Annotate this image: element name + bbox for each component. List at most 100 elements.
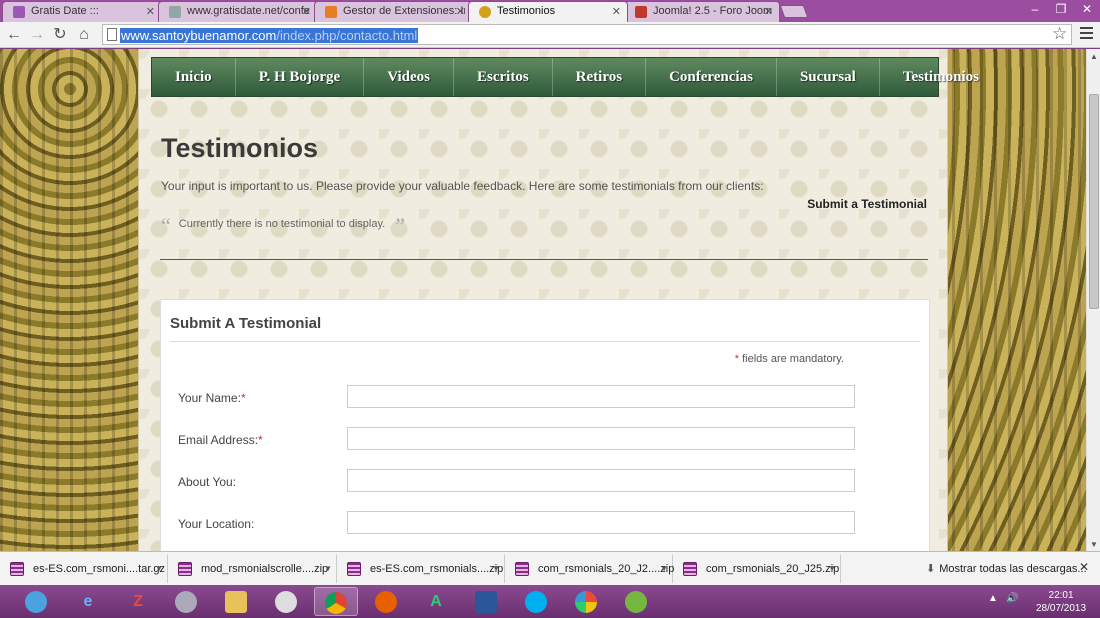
form-divider <box>170 341 920 342</box>
volume-icon[interactable]: 🔊 <box>1006 593 1018 604</box>
nav-item-videos[interactable]: Videos <box>364 58 454 96</box>
file-explorer-icon[interactable] <box>214 587 258 616</box>
close-quote-icon: ” <box>395 213 405 238</box>
browser-tab-2[interactable]: www.gratisdate.net/confe ✕ <box>158 1 318 22</box>
skype-icon[interactable] <box>514 587 558 616</box>
tray-up-icon[interactable]: ▲ <box>988 593 998 604</box>
download-item[interactable]: com_rsmonials_20_J2....zip ▼ <box>505 555 674 583</box>
address-bar[interactable]: www.santoybuenamor.com/index.php/contact… <box>102 24 1072 45</box>
internet-explorer-icon[interactable]: e <box>66 587 110 616</box>
main-navigation: Inicio P. H Bojorge Videos Escritos Reti… <box>151 57 979 97</box>
intro-text: Your input is important to us. Please pr… <box>161 179 764 193</box>
browser-menu-icon[interactable] <box>1080 27 1093 42</box>
chrome-icon[interactable] <box>314 587 358 616</box>
bookmark-star-icon[interactable]: ☆ <box>1052 24 1067 44</box>
archive-file-icon <box>347 562 361 576</box>
testimonial-form: Submit A Testimonial * fields are mandat… <box>160 299 930 551</box>
close-tab-icon[interactable]: ✕ <box>456 5 465 18</box>
close-tab-icon[interactable]: ✕ <box>302 5 311 18</box>
email-input[interactable] <box>347 427 855 450</box>
chevron-down-icon[interactable]: ▼ <box>492 555 500 583</box>
tools-app-icon[interactable] <box>164 587 208 616</box>
browser-tab-active[interactable]: Testimonios ✕ <box>468 1 628 22</box>
nav-item-bojorge[interactable]: P. H Bojorge <box>236 58 365 96</box>
mandatory-note: * fields are mandatory. <box>734 353 844 365</box>
taskbar: e Z A ▲ 🔊 22:01 28/07/2013 <box>0 585 1100 618</box>
url-text[interactable]: www.santoybuenamor.com/index.php/contact… <box>120 28 419 43</box>
download-item[interactable]: com_rsmonials_20_J25.zip ▼ <box>673 555 841 583</box>
section-divider <box>160 259 928 260</box>
chevron-down-icon[interactable]: ▼ <box>155 555 163 583</box>
name-input[interactable] <box>347 385 855 408</box>
forward-arrow-icon[interactable]: → <box>27 25 47 45</box>
nav-item-conferencias[interactable]: Conferencias <box>646 58 777 96</box>
about-input[interactable] <box>347 469 855 492</box>
empty-testimonial-message: Currently there is no testimonial to dis… <box>178 218 386 230</box>
nav-item-escritos[interactable]: Escritos <box>454 58 553 96</box>
archive-file-icon <box>178 562 192 576</box>
browser-tab-5[interactable]: Joomla! 2.5 - Foro Joomla ✕ <box>624 1 780 22</box>
scroll-down-icon[interactable]: ▼ <box>1090 540 1098 549</box>
browser-tab-3[interactable]: Gestor de Extensiones: Ins ✕ <box>314 1 472 22</box>
testimonial-quote: “ Currently there is no testimonial to di… <box>161 213 405 239</box>
word-icon[interactable] <box>464 587 508 616</box>
nav-item-sucursal[interactable]: Sucursal <box>777 58 880 96</box>
nav-item-retiros[interactable]: Retiros <box>553 58 647 96</box>
name-label: Your Name:* <box>178 391 246 405</box>
page-title: Testimonios <box>161 133 319 163</box>
chevron-down-icon[interactable]: ▼ <box>660 555 668 583</box>
tab-favicon <box>635 6 647 18</box>
back-arrow-icon[interactable]: ← <box>4 25 24 45</box>
tab-favicon <box>13 6 25 18</box>
browser-toolbar: ← → ↻ ⌂ www.santoybuenamor.com/index.php… <box>0 22 1100 48</box>
close-tab-icon[interactable]: ✕ <box>764 5 773 18</box>
reload-icon[interactable]: ↻ <box>50 25 70 45</box>
page-viewport: Inicio P. H Bojorge Videos Escritos Reti… <box>0 49 1086 551</box>
scroll-up-icon[interactable]: ▲ <box>1090 52 1098 61</box>
archive-file-icon <box>683 562 697 576</box>
close-tab-icon[interactable]: ✕ <box>146 5 155 18</box>
minimize-icon[interactable]: ‒ <box>1022 0 1048 20</box>
page-scrollbar[interactable]: ▲ ▼ <box>1086 49 1100 551</box>
download-item[interactable]: es-ES.com_rsmoni....tar.gz ▼ <box>0 555 168 583</box>
nav-item-testimonios[interactable]: Testimonios <box>880 58 1002 96</box>
page-icon <box>107 28 117 41</box>
tab-favicon <box>325 6 337 18</box>
email-label: Email Address:* <box>178 433 263 447</box>
chevron-down-icon[interactable]: ▼ <box>828 555 836 583</box>
filezilla-icon[interactable]: Z <box>116 587 160 616</box>
system-clock[interactable]: 22:01 28/07/2013 <box>1036 589 1086 615</box>
archive-file-icon <box>10 562 24 576</box>
tab-strip: Gratis Date ::: ✕ www.gratisdate.net/con… <box>0 0 1100 22</box>
talk-app-icon[interactable] <box>14 587 58 616</box>
page-content: Inicio P. H Bojorge Videos Escritos Reti… <box>138 49 979 551</box>
open-quote-icon: “ <box>161 213 171 238</box>
system-tray: ▲ 🔊 <box>988 593 1019 604</box>
downloads-bar: es-ES.com_rsmoni....tar.gz ▼ mod_rsmonia… <box>0 551 1100 585</box>
about-label: About You: <box>178 475 237 489</box>
download-item[interactable]: mod_rsmonialscrolle....zip ▼ <box>168 555 337 583</box>
close-window-icon[interactable]: ✕ <box>1074 0 1100 20</box>
firefox-icon[interactable] <box>364 587 408 616</box>
home-icon[interactable]: ⌂ <box>74 25 94 45</box>
browser-tab-1[interactable]: Gratis Date ::: ✕ <box>2 1 162 22</box>
tab-favicon <box>479 6 491 18</box>
restore-icon[interactable]: ❐ <box>1048 0 1074 20</box>
new-tab-button[interactable] <box>779 5 809 18</box>
location-input[interactable] <box>347 511 855 534</box>
chevron-down-icon[interactable]: ▼ <box>324 555 332 583</box>
download-arrow-icon: ⬇ <box>926 563 936 575</box>
location-label: Your Location: <box>178 517 255 531</box>
show-all-downloads-link[interactable]: ⬇ Mostrar todas las descargas... <box>926 562 1087 575</box>
network-app-icon[interactable] <box>264 587 308 616</box>
scrollbar-thumb[interactable] <box>1089 94 1099 309</box>
picasa-icon[interactable] <box>564 587 608 616</box>
close-downloads-icon[interactable]: ✕ <box>1079 560 1089 574</box>
editor-app-icon[interactable]: A <box>414 587 458 616</box>
nav-item-inicio[interactable]: Inicio <box>152 58 236 96</box>
utorrent-icon[interactable] <box>614 587 658 616</box>
download-item[interactable]: es-ES.com_rsmonials....zip ▼ <box>337 555 505 583</box>
window-controls: ‒ ❐ ✕ <box>1022 0 1100 20</box>
submit-testimonial-link[interactable]: Submit a Testimonial <box>807 197 927 211</box>
close-tab-icon[interactable]: ✕ <box>612 5 621 18</box>
